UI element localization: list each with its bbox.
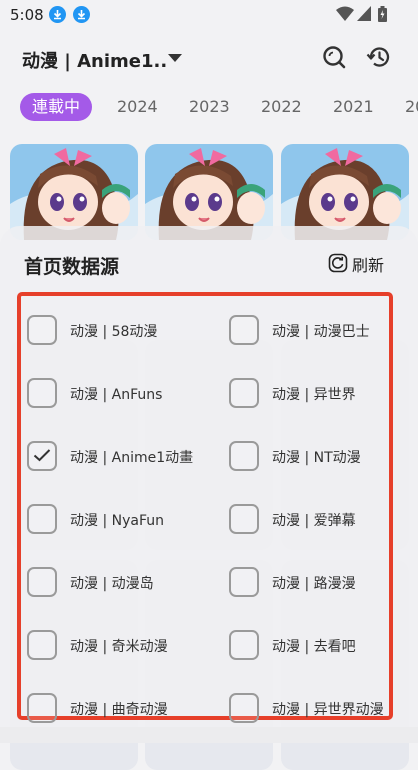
option-label: 动漫 | 路漫漫 bbox=[272, 576, 356, 592]
refresh-label: 刷新 bbox=[352, 256, 385, 275]
status-time: 5:08 bbox=[10, 6, 44, 24]
checkbox[interactable] bbox=[229, 315, 259, 345]
checkbox[interactable] bbox=[27, 441, 57, 471]
option-label: 动漫 | 58动漫 bbox=[70, 324, 158, 340]
chevron-down-icon[interactable] bbox=[165, 50, 185, 66]
checkbox[interactable] bbox=[27, 504, 57, 534]
checkbox[interactable] bbox=[27, 315, 57, 345]
data-source-sheet: 首页数据源 刷新 动漫 | 58动漫 动漫 | 动漫巴士 动漫 | AnFuns… bbox=[0, 226, 418, 743]
checkbox[interactable] bbox=[27, 567, 57, 597]
option-label: 动漫 | NyaFun bbox=[70, 513, 164, 529]
download-icon bbox=[49, 6, 66, 23]
option-label: 动漫 | 去看吧 bbox=[272, 639, 356, 655]
refresh-icon bbox=[328, 253, 348, 277]
option-label: 动漫 | NT动漫 bbox=[272, 450, 361, 466]
top-app-bar: 动漫 | Anime1.. bbox=[0, 30, 418, 86]
option-label: 动漫 | 爱弹幕 bbox=[272, 513, 356, 529]
option-label: 动漫 | 异世界 bbox=[272, 387, 356, 403]
wifi-icon bbox=[336, 6, 354, 25]
option-label: 动漫 | 动漫巴士 bbox=[272, 324, 370, 340]
battery-icon bbox=[378, 6, 387, 26]
option-label: 动漫 | AnFuns bbox=[70, 387, 163, 403]
option-label: 动漫 | 动漫岛 bbox=[70, 576, 154, 592]
status-bar: 5:08 bbox=[0, 0, 418, 30]
source-title[interactable]: 动漫 | Anime1.. bbox=[22, 47, 167, 73]
checkbox[interactable] bbox=[229, 567, 259, 597]
tab-2023[interactable]: 2023 bbox=[189, 93, 230, 121]
history-icon[interactable] bbox=[366, 44, 392, 70]
source-list: 动漫 | 58动漫 动漫 | 动漫巴士 动漫 | AnFuns 动漫 | 异世界… bbox=[17, 292, 393, 723]
checkbox[interactable] bbox=[27, 378, 57, 408]
system-nav-bar bbox=[0, 727, 418, 743]
sheet-title: 首页数据源 bbox=[24, 256, 120, 278]
tab-2022[interactable]: 2022 bbox=[261, 93, 302, 121]
option-label: 动漫 | 奇米动漫 bbox=[70, 639, 168, 655]
option-label: 动漫 | 异世界动漫 bbox=[272, 702, 384, 718]
tab-2021[interactable]: 2021 bbox=[333, 93, 374, 121]
checkbox[interactable] bbox=[229, 378, 259, 408]
option-label: 动漫 | 曲奇动漫 bbox=[70, 702, 168, 718]
tab-2024[interactable]: 2024 bbox=[117, 93, 158, 121]
download-icon bbox=[73, 6, 90, 23]
tab-serializing[interactable]: 連載中 bbox=[20, 93, 93, 121]
checkbox[interactable] bbox=[27, 693, 57, 723]
checkbox[interactable] bbox=[27, 630, 57, 660]
search-icon[interactable] bbox=[321, 44, 347, 70]
option-label: 动漫 | Anime1动畫 bbox=[70, 450, 194, 466]
checkbox[interactable] bbox=[229, 441, 259, 471]
tab-2020[interactable]: 20 bbox=[405, 93, 418, 121]
cellular-icon bbox=[357, 6, 371, 25]
checkbox[interactable] bbox=[229, 504, 259, 534]
checkbox[interactable] bbox=[229, 630, 259, 660]
checkbox[interactable] bbox=[229, 693, 259, 723]
year-tabs: 連載中 2024 2023 2022 2021 20 bbox=[0, 93, 418, 123]
